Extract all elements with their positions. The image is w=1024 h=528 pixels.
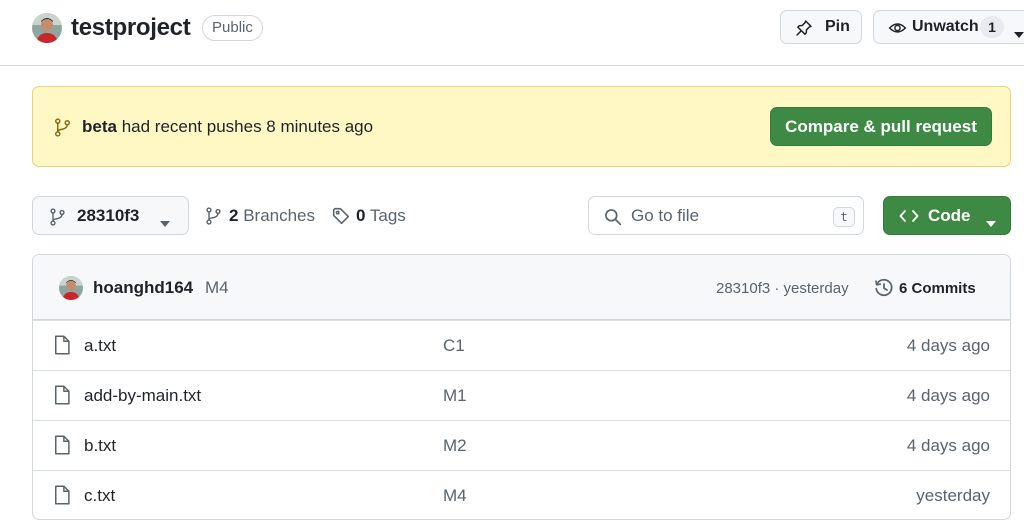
chevron-down-icon — [986, 214, 996, 232]
file-commit-message[interactable]: M1 — [443, 386, 467, 406]
file-name[interactable]: add-by-main.txt — [84, 386, 201, 406]
file-icon — [53, 385, 71, 410]
commit-message[interactable]: M4 — [205, 278, 229, 298]
eye-icon — [888, 19, 907, 42]
pin-label: Pin — [825, 18, 850, 35]
file-name[interactable]: b.txt — [84, 436, 116, 456]
recent-push-banner: beta had recent pushes 8 minutes ago Com… — [32, 86, 1011, 167]
branch-selector-button[interactable]: 28310f3 — [32, 196, 189, 235]
file-updated-time: 4 days ago — [906, 386, 990, 405]
file-updated-time: yesterday — [916, 486, 990, 505]
current-ref: 28310f3 — [77, 206, 140, 225]
tags-label: Tags — [365, 206, 406, 225]
latest-commit-bar: hoanghd164 M4 28310f3 · yesterday 6 Comm… — [33, 255, 1010, 320]
repo-name[interactable]: testproject — [71, 13, 191, 43]
banner-message-text: had recent pushes 8 minutes ago — [116, 117, 374, 136]
git-branch-icon — [54, 118, 71, 142]
file-updated-time: 4 days ago — [906, 336, 990, 355]
chevron-down-icon — [160, 214, 170, 232]
file-commit-message[interactable]: M2 — [443, 436, 467, 456]
file-row[interactable]: b.txt M2 4 days ago — [33, 420, 1010, 470]
go-to-file-search[interactable] — [588, 196, 864, 235]
banner-branch-name[interactable]: beta — [82, 117, 117, 136]
file-name[interactable]: a.txt — [84, 336, 116, 356]
file-updated-time: 4 days ago — [906, 436, 990, 455]
chevron-down-icon — [1014, 25, 1024, 43]
pin-button[interactable]: Pin — [780, 10, 862, 44]
file-icon — [53, 335, 71, 360]
commits-count: 6 Commits — [899, 280, 976, 297]
search-icon — [604, 208, 622, 231]
tag-icon — [332, 207, 350, 230]
compare-pull-request-button[interactable]: Compare & pull request — [770, 107, 992, 146]
visibility-badge: Public — [202, 15, 263, 41]
file-icon — [53, 485, 71, 510]
commit-author[interactable]: hoanghd164 — [93, 278, 193, 298]
commit-hash-time[interactable]: 28310f3 · yesterday — [716, 280, 849, 298]
banner-message: beta had recent pushes 8 minutes ago — [82, 117, 373, 137]
file-commit-message[interactable]: M4 — [443, 486, 467, 506]
file-row[interactable]: c.txt M4 yesterday — [33, 470, 1010, 519]
file-icon — [53, 435, 71, 460]
code-icon — [899, 208, 919, 229]
file-browser: hoanghd164 M4 28310f3 · yesterday 6 Comm… — [32, 254, 1011, 520]
code-label: Code — [928, 206, 971, 225]
search-shortcut-key: t — [833, 207, 855, 227]
file-row[interactable]: add-by-main.txt M1 4 days ago — [33, 370, 1010, 420]
watch-count: 1 — [980, 16, 1004, 38]
pin-icon — [795, 19, 813, 42]
unwatch-button[interactable]: Unwatch 1 — [873, 10, 1024, 44]
git-branch-icon — [49, 208, 66, 231]
file-row[interactable]: a.txt C1 4 days ago — [33, 320, 1010, 370]
unwatch-label: Unwatch — [912, 18, 979, 35]
go-to-file-input[interactable] — [631, 205, 811, 227]
repo-header: testproject Public Pin Unwatch 1 — [0, 0, 1024, 66]
code-button[interactable]: Code — [883, 196, 1011, 235]
git-branch-icon — [205, 207, 222, 230]
branches-label: Branches — [238, 206, 316, 225]
file-name[interactable]: c.txt — [84, 486, 115, 506]
commit-author-avatar[interactable] — [59, 276, 83, 300]
history-icon — [874, 278, 894, 303]
file-commit-message[interactable]: C1 — [443, 336, 465, 356]
owner-avatar[interactable] — [32, 13, 62, 43]
